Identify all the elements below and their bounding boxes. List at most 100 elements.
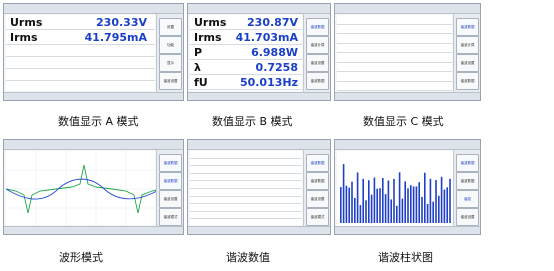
readout-row: Urms 230.87V xyxy=(190,15,302,30)
readout-area: Urms 230.87V Irms 41.703mA P 6.988W λ 0.… xyxy=(190,15,302,91)
panel-numeric-a: Urms 230.33V Irms 41.795mA 设置 功能 显示 谐波设置 xyxy=(3,3,184,101)
harmonic-bar xyxy=(376,188,378,223)
table-row xyxy=(190,151,302,159)
panel-harmonic-table: 谐波数据 谐波数据 谐波设置 谐波模式 xyxy=(187,139,331,235)
caption-c: 数值显示 C 模式 xyxy=(363,115,444,128)
table-row xyxy=(190,212,302,220)
harmonic-bar xyxy=(412,186,415,223)
side-button[interactable]: 谐波数据 xyxy=(306,18,329,36)
caption-b: 数值显示 B 模式 xyxy=(212,115,293,128)
status-bar xyxy=(188,140,330,150)
side-button[interactable]: 谐波设置 xyxy=(456,54,479,72)
harmonic-bar xyxy=(370,194,373,223)
side-button[interactable]: 谐波 xyxy=(456,190,479,208)
side-button[interactable]: 谐波数据 xyxy=(456,18,479,36)
side-menu: 谐波数据 谐波数据 谐波 谐波设置 xyxy=(453,150,480,226)
readout-grid-row xyxy=(337,63,452,72)
harmonic-bar xyxy=(410,185,412,223)
readout-grid-row xyxy=(337,82,452,91)
bottom-bar xyxy=(4,226,183,234)
side-button[interactable]: 谐波模式 xyxy=(159,208,182,226)
side-button[interactable]: 谐波设置 xyxy=(306,54,329,72)
side-button[interactable]: 功能 xyxy=(159,36,182,54)
harmonic-bar xyxy=(354,198,356,223)
row-label: Urms xyxy=(10,16,43,29)
status-bar xyxy=(335,140,480,150)
side-button[interactable]: 谐波模式 xyxy=(306,208,329,226)
harmonic-bar xyxy=(398,172,401,223)
harmonic-bar xyxy=(440,176,443,223)
row-value: 6.988W xyxy=(251,46,298,59)
harmonic-bar xyxy=(421,196,423,223)
table-row xyxy=(190,174,302,182)
harmonic-bar-plot xyxy=(337,151,454,227)
side-button[interactable]: 谐波设置 xyxy=(306,190,329,208)
readout-grid-row xyxy=(337,53,452,63)
harmonic-bar xyxy=(359,205,362,223)
harmonic-bar xyxy=(342,164,345,223)
side-menu: 谐波数据 谐波数据 谐波设置 谐波模式 xyxy=(156,150,183,226)
table-row xyxy=(190,159,302,167)
bottom-bar xyxy=(4,92,183,100)
harmonic-bar xyxy=(438,195,440,223)
table-row xyxy=(190,181,302,189)
side-button[interactable]: 设置 xyxy=(159,18,182,36)
row-value: 50.013Hz xyxy=(239,76,298,89)
side-menu: 设置 功能 显示 谐波设置 xyxy=(156,14,183,92)
side-button[interactable]: 谐波设置 xyxy=(159,190,182,208)
readout-row: Urms 230.33V xyxy=(6,15,155,30)
readout-grid-row xyxy=(337,44,452,53)
harmonic-bar xyxy=(401,198,404,223)
side-button[interactable]: 谐波数据 xyxy=(159,172,182,190)
harmonic-bar xyxy=(340,187,342,223)
readout-grid-row xyxy=(6,57,155,69)
readout-grid-row xyxy=(337,25,452,34)
table-row xyxy=(190,204,302,212)
row-value: 41.703mA xyxy=(235,31,298,44)
panel-harmonic-bars: 谐波数据 谐波数据 谐波 谐波设置 xyxy=(334,139,481,235)
harmonic-bar xyxy=(432,201,434,223)
side-button[interactable]: 显示 xyxy=(159,54,182,72)
readout-grid-row xyxy=(337,72,452,82)
harmonic-bar xyxy=(373,177,376,223)
row-label: λ xyxy=(194,61,201,74)
readout-row: Irms 41.703mA xyxy=(190,30,302,45)
harmonic-bar xyxy=(368,180,370,223)
side-button[interactable]: 谐波计算 xyxy=(306,36,329,54)
readout-grid-row xyxy=(6,45,155,57)
side-button[interactable]: 谐波数据 xyxy=(306,154,329,172)
harmonic-bar xyxy=(345,185,348,223)
bar-area xyxy=(337,151,454,227)
side-button[interactable]: 谐波数据 xyxy=(306,72,329,90)
side-button[interactable]: 谐波数据 xyxy=(306,172,329,190)
side-button[interactable]: 谐波设置 xyxy=(159,72,182,90)
status-bar xyxy=(4,4,183,14)
waveform-area xyxy=(5,151,158,227)
readout-row: Irms 41.795mA xyxy=(6,30,155,45)
caption-a: 数值显示 A 模式 xyxy=(58,115,139,128)
side-button[interactable]: 谐波计算 xyxy=(456,36,479,54)
harmonic-bar xyxy=(384,194,387,223)
table-row xyxy=(190,197,302,205)
side-button[interactable]: 谐波数据 xyxy=(456,72,479,90)
row-value: 230.33V xyxy=(96,16,147,29)
bottom-bar xyxy=(188,226,330,234)
row-label: Irms xyxy=(10,31,38,44)
row-value: 0.7258 xyxy=(255,61,298,74)
readout-row: P 6.988W xyxy=(190,45,302,60)
readout-area: Urms 230.33V Irms 41.795mA xyxy=(6,15,155,93)
harmonic-bar xyxy=(404,181,406,223)
table-row xyxy=(190,166,302,174)
side-button[interactable]: 谐波数据 xyxy=(456,172,479,190)
harmonic-bar xyxy=(362,178,364,223)
panel-numeric-c: 谐波数据 谐波计算 谐波设置 谐波数据 xyxy=(334,3,481,101)
status-bar xyxy=(188,4,330,14)
harmonic-bar xyxy=(365,200,367,223)
side-button[interactable]: 谐波数据 xyxy=(159,154,182,172)
side-button[interactable]: 谐波设置 xyxy=(456,208,479,226)
panel-waveform: 谐波数据 谐波数据 谐波设置 谐波模式 xyxy=(3,139,184,235)
harmonic-bar xyxy=(418,182,420,223)
waveform-plot xyxy=(5,151,158,227)
side-button[interactable]: 谐波数据 xyxy=(456,154,479,172)
harmonic-bar xyxy=(449,178,451,223)
